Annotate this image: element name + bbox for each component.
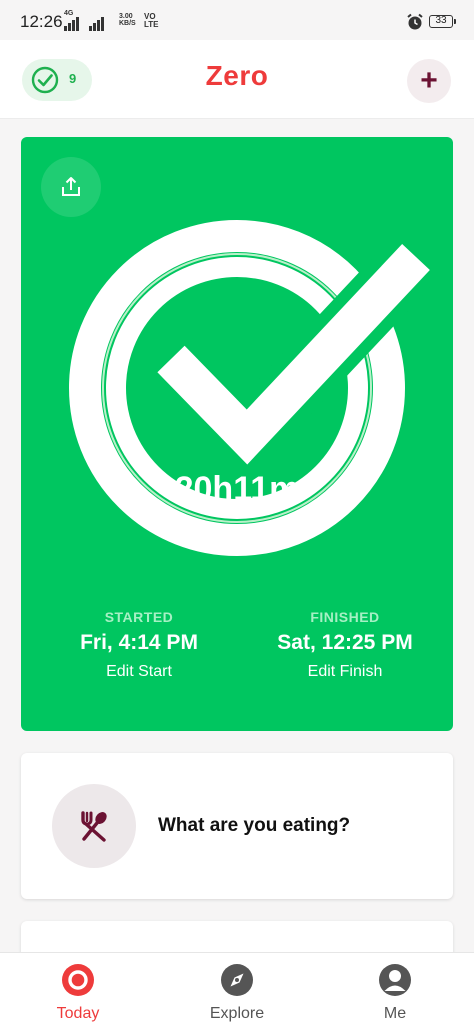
nav-today-label: Today xyxy=(56,1005,100,1022)
volte-bottom: LTE xyxy=(144,20,159,29)
signal-icon-sim2 xyxy=(89,17,104,31)
signal-icon-sim1 xyxy=(64,17,79,31)
nav-me[interactable]: Me xyxy=(335,963,455,1023)
plus-icon: + xyxy=(420,64,438,97)
share-icon xyxy=(62,177,80,196)
finished-value: Sat, 12:25 PM xyxy=(277,631,413,654)
network-speed-value: 3.00 xyxy=(119,13,133,20)
network-speed-unit: KB/S xyxy=(119,20,136,27)
status-bar: 12:26 4G 3.00 KB/S VO LTE 33 xyxy=(0,0,474,40)
today-icon xyxy=(62,964,94,996)
bottom-navigation: Today Explore Me xyxy=(0,952,474,1027)
nav-me-label: Me xyxy=(383,1005,407,1022)
eat-icon-circle xyxy=(52,784,136,868)
share-button[interactable] xyxy=(41,157,101,217)
app-header: 9 Zero + xyxy=(0,40,474,119)
finished-block: FINISHED Sat, 12:25 PM Edit Finish xyxy=(237,609,453,681)
add-button[interactable]: + xyxy=(407,59,451,103)
edit-start-button[interactable]: Edit Start xyxy=(31,663,247,681)
eat-prompt: What are you eating? xyxy=(158,815,351,836)
started-label: STARTED xyxy=(104,609,174,625)
compass-icon xyxy=(221,964,253,996)
started-block: STARTED Fri, 4:14 PM Edit Start xyxy=(31,609,247,681)
profile-icon xyxy=(379,964,411,996)
network-speed: 3.00 KB/S xyxy=(119,13,136,27)
alarm-icon xyxy=(407,13,423,30)
status-time: 12:26 xyxy=(20,12,63,31)
finished-label: FINISHED xyxy=(310,609,380,625)
fork-spoon-icon xyxy=(81,811,107,842)
screen: 12:26 4G 3.00 KB/S VO LTE 33 9 Zero + 20… xyxy=(0,0,474,1027)
network-type: 4G xyxy=(64,10,74,17)
fast-summary-card: 20h11m STARTED Fri, 4:14 PM Edit Start F… xyxy=(21,137,453,731)
nav-today[interactable]: Today xyxy=(18,963,138,1023)
battery-level: 33 xyxy=(435,15,447,26)
battery-icon: 33 xyxy=(429,15,456,28)
fast-duration: 20h11m xyxy=(174,470,300,508)
nav-explore[interactable]: Explore xyxy=(177,963,297,1023)
volte-indicator: VO LTE xyxy=(144,13,159,29)
nav-explore-label: Explore xyxy=(209,1005,265,1022)
started-value: Fri, 4:14 PM xyxy=(80,631,198,654)
app-title: Zero xyxy=(205,60,269,91)
what-are-you-eating-card[interactable]: What are you eating? xyxy=(21,753,453,899)
edit-finish-button[interactable]: Edit Finish xyxy=(237,663,453,681)
